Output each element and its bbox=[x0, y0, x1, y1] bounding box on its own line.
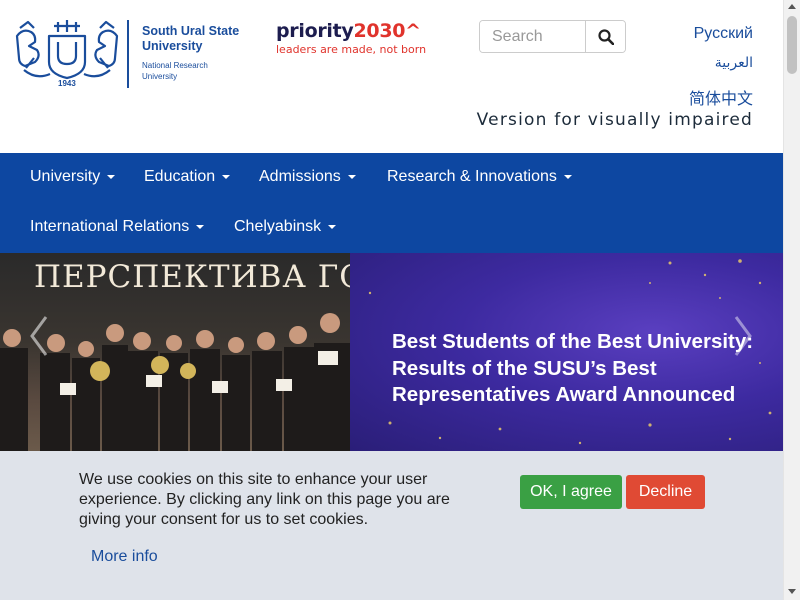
priority-word: priority bbox=[276, 20, 354, 42]
search-box bbox=[479, 20, 626, 53]
search-input[interactable] bbox=[480, 21, 585, 52]
banner-headline[interactable]: Best Students of the Best University: Re… bbox=[392, 329, 772, 409]
language-chinese-link[interactable]: 简体中文 bbox=[689, 85, 753, 109]
scrollbar-thumb[interactable] bbox=[787, 16, 797, 74]
logo-subtitle: National Research University bbox=[142, 61, 208, 81]
caret-down-icon bbox=[196, 225, 205, 229]
university-logo[interactable]: 1943 South Ural State University Nationa… bbox=[14, 18, 254, 92]
cookie-banner: We use cookies on this site to enhance y… bbox=[0, 451, 783, 600]
logo-text: South Ural State University National Res… bbox=[142, 24, 257, 82]
language-russian-link[interactable]: Русский bbox=[694, 25, 753, 43]
nav-item-research[interactable]: Research & Innovations bbox=[387, 165, 572, 189]
scrollbar[interactable] bbox=[783, 0, 800, 600]
nav-item-label: Research & Innovations bbox=[387, 168, 557, 185]
decline-button[interactable]: Decline bbox=[626, 475, 705, 509]
caret-down-icon bbox=[222, 175, 231, 179]
site-header: 1943 South Ural State University Nationa… bbox=[0, 0, 783, 153]
nav-item-label: Admissions bbox=[259, 168, 341, 185]
nav-item-label: International Relations bbox=[30, 218, 190, 235]
scroll-down-arrow-icon[interactable] bbox=[788, 589, 796, 594]
nav-item-university[interactable]: University bbox=[30, 165, 116, 189]
banner-photo: ПЕРСПЕКТИВА ГОДА bbox=[0, 253, 350, 451]
logo-divider bbox=[127, 20, 129, 88]
nav-item-label: Chelyabinsk bbox=[234, 218, 322, 235]
logo-university-name: South Ural State University bbox=[142, 24, 240, 53]
priority-2030-logo[interactable]: priority2030^ leaders are made, not born bbox=[276, 20, 426, 56]
language-arabic-link[interactable]: العربية bbox=[715, 55, 753, 71]
search-icon bbox=[597, 28, 614, 45]
chevron-left-icon[interactable] bbox=[26, 313, 52, 359]
main-navigation: University Education Admissions Research… bbox=[0, 153, 783, 253]
logo-year: 1943 bbox=[58, 79, 76, 88]
scroll-up-arrow-icon[interactable] bbox=[788, 4, 796, 9]
search-button[interactable] bbox=[585, 21, 625, 52]
priority-tagline: leaders are made, not born bbox=[276, 43, 427, 56]
cookie-message: We use cookies on this site to enhance y… bbox=[79, 471, 450, 528]
nav-item-admissions[interactable]: Admissions bbox=[259, 165, 356, 189]
award-ceremony-photo bbox=[0, 313, 350, 451]
nav-item-label: Education bbox=[144, 168, 216, 185]
visually-impaired-link[interactable]: Version for visually impaired bbox=[477, 110, 753, 130]
nav-item-education[interactable]: Education bbox=[144, 165, 231, 189]
nav-item-international[interactable]: International Relations bbox=[30, 215, 205, 239]
news-carousel[interactable]: ПЕРСПЕКТИВА ГОДА bbox=[0, 253, 783, 451]
caret-down-icon bbox=[107, 175, 116, 179]
caret-down-icon bbox=[563, 175, 572, 179]
nav-item-chelyabinsk[interactable]: Chelyabinsk bbox=[234, 215, 337, 239]
caret-down-icon bbox=[347, 175, 356, 179]
nav-item-label: University bbox=[30, 168, 101, 185]
caret-down-icon bbox=[328, 225, 337, 229]
more-info-link[interactable]: More info bbox=[91, 548, 158, 566]
priority-year: 2030^ bbox=[353, 20, 422, 42]
priority-wordmark: priority2030^ bbox=[276, 20, 426, 42]
agree-button[interactable]: OK, I agree bbox=[520, 475, 622, 509]
